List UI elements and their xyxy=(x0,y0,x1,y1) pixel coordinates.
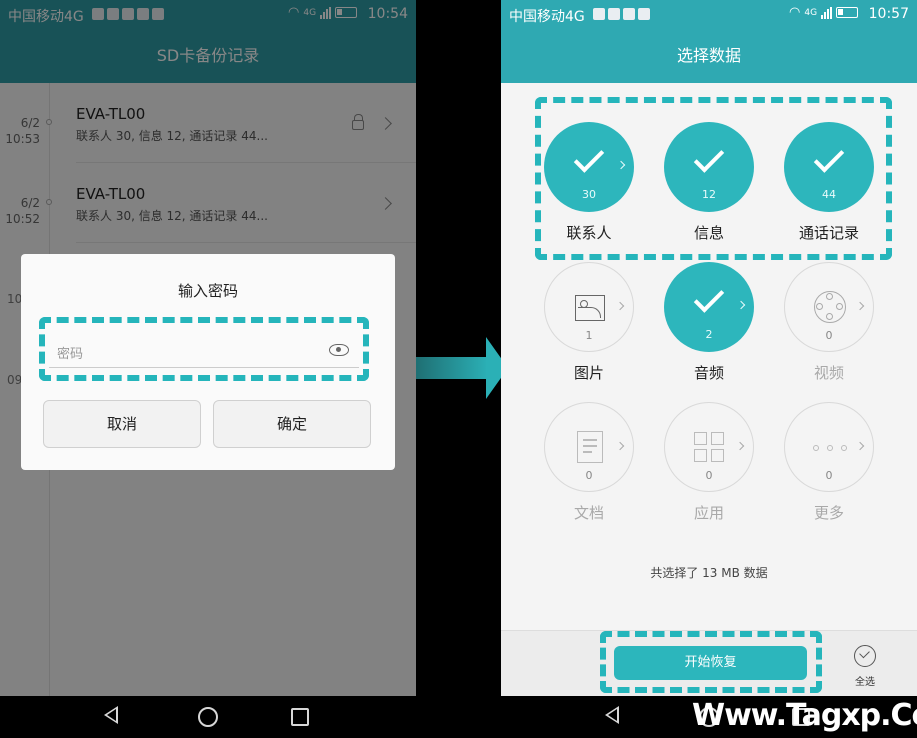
back-icon[interactable] xyxy=(605,706,619,724)
item-label: 应用 xyxy=(693,504,724,522)
left-phone-screen: 中国移动4G ◠ 4G 10:54 SD卡备份记录 6/2 10:53 EVA-T… xyxy=(0,0,416,738)
film-reel-icon xyxy=(814,291,846,323)
page-title: 选择数据 xyxy=(501,28,917,83)
chevron-right-icon xyxy=(855,441,865,451)
highlight-frame xyxy=(39,317,369,381)
clock: 10:57 xyxy=(868,6,909,22)
item-count: 0 xyxy=(585,469,593,482)
navigation-bar xyxy=(0,696,416,738)
more-toggle: 0 xyxy=(784,402,874,492)
network-type: 4G xyxy=(804,7,818,18)
chevron-right-icon xyxy=(615,301,625,311)
back-icon[interactable] xyxy=(104,706,118,724)
arrow-connector xyxy=(416,357,488,379)
item-label: 视频 xyxy=(813,364,844,382)
cancel-button[interactable]: 取消 xyxy=(43,400,201,448)
item-label: 音频 xyxy=(693,364,724,382)
status-indicators: ◠ 4G xyxy=(789,5,859,20)
item-label: 更多 xyxy=(813,504,844,522)
recent-apps-icon[interactable] xyxy=(291,708,309,726)
confirm-button[interactable]: 确定 xyxy=(213,400,371,448)
video-toggle: 0 xyxy=(784,262,874,352)
apps-grid-icon xyxy=(694,432,726,464)
data-type-documents: 0 文档 xyxy=(529,402,649,542)
check-icon xyxy=(693,282,725,313)
data-type-apps: 0 应用 xyxy=(649,402,769,542)
status-bar: 中国移动4G ◠ 4G 10:57 xyxy=(501,0,917,28)
item-count: 2 xyxy=(705,328,713,341)
data-type-pictures[interactable]: 1 图片 xyxy=(529,262,649,402)
wifi-icon: ◠ xyxy=(789,5,801,20)
data-type-more: 0 更多 xyxy=(769,402,889,542)
select-all-button[interactable]: 全选 xyxy=(843,645,887,689)
image-icon xyxy=(575,295,605,321)
check-circle-icon xyxy=(854,645,876,667)
notification-icons xyxy=(593,8,650,20)
battery-icon xyxy=(836,7,859,18)
item-count: 0 xyxy=(825,329,833,342)
documents-toggle: 0 xyxy=(544,402,634,492)
home-icon[interactable] xyxy=(198,707,218,727)
data-type-audio[interactable]: 2 音频 xyxy=(649,262,769,402)
password-dialog: 输入密码 密码 取消 确定 xyxy=(21,254,395,470)
item-label: 图片 xyxy=(573,364,604,382)
action-bar: 开始恢复 全选 xyxy=(501,630,917,696)
document-icon xyxy=(577,431,603,463)
chevron-right-icon xyxy=(615,441,625,451)
carrier-label: 中国移动4G xyxy=(509,9,585,25)
chevron-right-icon xyxy=(855,301,865,311)
dialog-title: 输入密码 xyxy=(177,282,238,300)
apps-toggle: 0 xyxy=(664,402,754,492)
chevron-right-icon xyxy=(735,441,745,451)
right-phone-screen: 中国移动4G ◠ 4G 10:57 选择数据 30 联系人 12 信息 44 通… xyxy=(501,0,917,738)
item-count: 0 xyxy=(825,469,833,482)
chevron-right-icon xyxy=(736,300,746,310)
signal-icon xyxy=(821,6,833,19)
audio-toggle[interactable]: 2 xyxy=(664,262,754,352)
watermark: Www.Tagxp.Com xyxy=(692,698,917,733)
pictures-toggle[interactable]: 1 xyxy=(544,262,634,352)
highlight-frame xyxy=(535,97,892,260)
select-all-label: 全选 xyxy=(855,677,875,688)
highlight-frame xyxy=(600,631,822,693)
item-count: 1 xyxy=(585,329,593,342)
selection-summary: 共选择了 13 MB 数据 xyxy=(650,566,768,580)
data-type-video: 0 视频 xyxy=(769,262,889,402)
item-label: 文档 xyxy=(573,504,604,522)
item-count: 0 xyxy=(705,469,713,482)
more-dots-icon xyxy=(813,445,847,451)
